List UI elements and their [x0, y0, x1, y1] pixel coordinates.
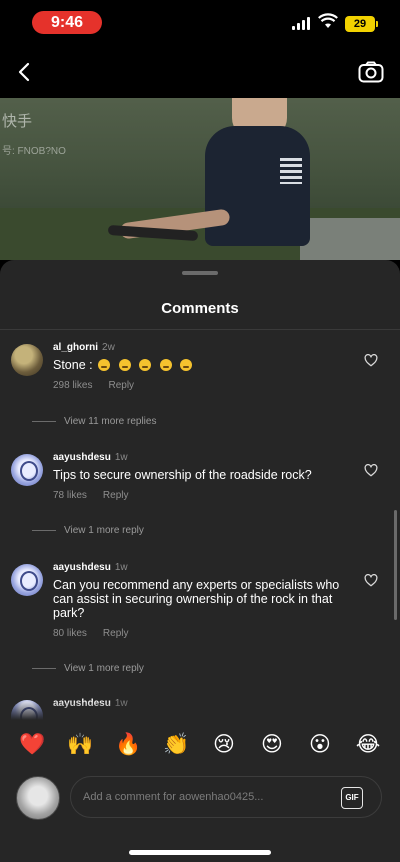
back-button[interactable] — [10, 58, 38, 86]
comments-sheet: Comments al_ghorni 2w Stone : 298 likes Re… — [0, 260, 400, 862]
comment-text: Can you recommend any experts or special… — [53, 578, 340, 620]
chevron-left-icon — [18, 62, 30, 82]
video-person-shirt — [205, 126, 310, 246]
comment-time: 1w — [114, 452, 128, 463]
pensive-emoji-icon — [118, 359, 131, 371]
likes-count[interactable]: 80 likes — [53, 628, 87, 639]
video-background-road — [300, 218, 400, 260]
surprised-face-emoji-icon[interactable]: 😮 — [307, 731, 333, 757]
tears-of-joy-emoji-icon[interactable]: 😂 — [355, 731, 381, 757]
view-more-replies[interactable]: View 1 more reply — [32, 525, 144, 536]
heart-icon[interactable] — [364, 574, 378, 587]
comment-meta: 80 likes Reply — [53, 628, 128, 639]
view-more-replies[interactable]: View 11 more replies — [32, 416, 156, 427]
status-bar: 9:46 29 — [0, 0, 400, 46]
avatar[interactable] — [11, 344, 43, 376]
watermark-id: 号: FNOB?NO — [2, 146, 66, 157]
pensive-emoji-icon — [139, 359, 152, 371]
comment-time: 1w — [114, 562, 128, 573]
status-time: 9:46 — [32, 11, 102, 34]
clapping-hands-emoji-icon[interactable]: 👏 — [163, 731, 189, 757]
camera-icon — [358, 61, 384, 83]
comment-input[interactable] — [83, 787, 323, 807]
red-heart-emoji-icon[interactable]: ❤️ — [19, 731, 45, 757]
comment-username[interactable]: al_ghorni 2w — [53, 342, 115, 353]
comment-text: Tips to secure ownership of the roadside… — [53, 468, 312, 482]
comment-meta: 298 likes Reply — [53, 380, 134, 391]
kuaishou-watermark: 快手 — [2, 113, 33, 130]
pensive-emoji-icon — [159, 359, 172, 371]
heart-icon[interactable] — [364, 464, 378, 477]
wifi-icon — [318, 13, 338, 28]
comment-meta: 78 likes Reply — [53, 490, 128, 501]
video-preview[interactable]: 快手 号: FNOB?NO — [0, 98, 400, 260]
home-indicator[interactable] — [129, 850, 271, 855]
sheet-grabber[interactable] — [182, 271, 218, 275]
scrollbar[interactable] — [394, 510, 397, 620]
quick-reactions-bar: ❤️ 🙌 🔥 👏 😢 😍 😮 😂 — [0, 720, 400, 768]
heart-eyes-emoji-icon[interactable]: 😍 — [259, 731, 285, 757]
raised-hands-emoji-icon[interactable]: 🙌 — [67, 731, 93, 757]
comments-title: Comments — [161, 300, 239, 317]
likes-count[interactable]: 298 likes — [53, 380, 92, 391]
avatar[interactable] — [11, 564, 43, 596]
reply-button[interactable]: Reply — [108, 380, 134, 391]
likes-count[interactable]: 78 likes — [53, 490, 87, 501]
view-more-replies[interactable]: View 1 more reply — [32, 663, 144, 674]
gif-button[interactable]: GIF — [341, 787, 363, 809]
heart-icon[interactable] — [364, 354, 378, 367]
cellular-signal-icon — [292, 17, 310, 30]
comment-username[interactable]: aayushdesu1w — [53, 452, 128, 463]
fire-emoji-icon[interactable]: 🔥 — [115, 731, 141, 757]
pensive-emoji-icon — [98, 359, 111, 371]
comment-input-bar: GIF — [0, 768, 400, 828]
divider — [0, 329, 400, 330]
my-avatar[interactable] — [16, 776, 60, 820]
top-nav — [0, 46, 400, 98]
video-shirt-stripes — [280, 158, 302, 184]
list-fade — [0, 700, 400, 720]
crying-face-emoji-icon[interactable]: 😢 — [211, 731, 237, 757]
avatar[interactable] — [11, 454, 43, 486]
camera-button[interactable] — [356, 58, 386, 86]
reply-button[interactable]: Reply — [103, 490, 129, 501]
reply-button[interactable]: Reply — [103, 628, 129, 639]
comment-time: 2w — [102, 342, 115, 353]
comment-input-container[interactable]: GIF — [70, 776, 382, 818]
pensive-emoji-icon — [180, 359, 193, 371]
comment-username[interactable]: aayushdesu1w — [53, 562, 128, 573]
comment-text: Stone : — [53, 358, 353, 372]
battery-indicator: 29 — [345, 16, 378, 32]
